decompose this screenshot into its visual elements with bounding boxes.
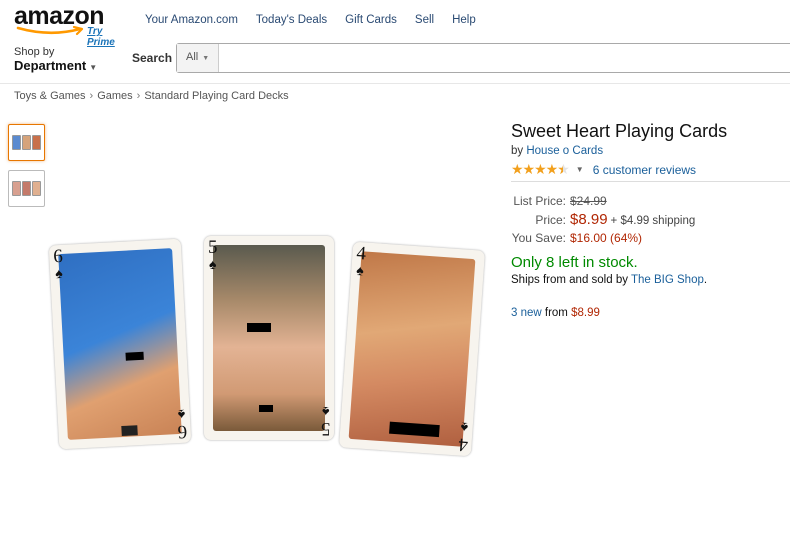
seller-link[interactable]: The BIG Shop <box>631 274 704 286</box>
try-prime-link[interactable]: Try Prime <box>87 26 124 48</box>
playing-card-four: 4 ♠ 4 ♠ <box>338 241 486 457</box>
thumbnail-2[interactable] <box>8 170 45 207</box>
mini-card-art <box>22 181 31 196</box>
shop-by-label: Shop by <box>14 46 55 58</box>
info-divider <box>511 181 790 182</box>
censor-bar <box>125 351 144 361</box>
smile-arrow-icon <box>16 26 84 36</box>
half-star-icon: ★★ <box>557 161 570 177</box>
spade-icon: ♠ <box>321 404 329 420</box>
caret-down-icon: ▼ <box>89 63 98 72</box>
price-row: Price: $8.99 + $4.99 shipping <box>511 211 695 231</box>
card-rank: 6 <box>176 420 188 443</box>
department-label: Department ▼ <box>14 58 98 73</box>
header-divider <box>0 83 790 84</box>
new-offers: 3 new from $8.99 <box>511 307 600 319</box>
list-price-label: List Price: <box>513 194 566 208</box>
search-label: Search <box>132 51 173 65</box>
price-value: $8.99 <box>570 210 608 228</box>
main-product-image[interactable]: 6 ♠ 6 ♠ 5 ♠ 5 ♠ 4 ♠ 4 ♠ <box>40 228 490 468</box>
breadcrumb-games[interactable]: Games <box>97 90 132 102</box>
price-block: List Price: $24.99 Price: $8.99 + $4.99 … <box>511 193 696 248</box>
card-rank: 5 <box>208 237 218 258</box>
price-label: Price: <box>535 212 566 227</box>
spade-icon: ♠ <box>176 406 186 424</box>
mini-card-art <box>12 181 21 196</box>
search-category-select[interactable]: All ▼ <box>177 44 219 72</box>
spade-icon: ♠ <box>459 419 469 437</box>
product-title: Sweet Heart Playing Cards <box>511 121 728 141</box>
censor-bar <box>247 323 271 332</box>
brand-link[interactable]: House o Cards <box>526 145 603 157</box>
header: amazon Try Prime Your Amazon.com Today's… <box>0 0 790 84</box>
star-rating-icon[interactable]: ★★★★★★ <box>511 161 570 178</box>
playing-card-six: 6 ♠ 6 ♠ <box>48 238 192 450</box>
search-bar: All ▼ <box>176 43 790 73</box>
card-rank: 5 <box>320 418 331 439</box>
card-art <box>58 248 182 440</box>
censor-bar <box>121 425 138 437</box>
breadcrumb-separator: › <box>89 90 94 102</box>
nav-todays-deals[interactable]: Today's Deals <box>256 14 327 26</box>
by-prefix: by <box>511 145 524 157</box>
thumbnail-1[interactable] <box>8 124 45 161</box>
byline: by House o Cards <box>511 145 603 157</box>
rating-row: ★★★★★★ ▼ 6 customer reviews <box>511 161 696 178</box>
ships-from-text: Ships from and sold by The BIG Shop. <box>511 274 707 286</box>
new-offers-link[interactable]: 3 new <box>511 307 542 319</box>
shipping-text: + $4.99 shipping <box>610 214 696 227</box>
breadcrumb: Toys & Games › Games › Standard Playing Card… <box>14 90 289 102</box>
breadcrumb-separator: › <box>136 90 141 102</box>
you-save-value: $16.00 (64%) <box>570 231 643 245</box>
spade-icon: ♠ <box>54 264 64 282</box>
you-save-row: You Save: $16.00 (64%) <box>511 230 695 248</box>
amazon-logo[interactable]: amazon Try Prime <box>14 4 124 49</box>
card-art <box>348 251 476 447</box>
nav-your-amazon[interactable]: Your Amazon.com <box>145 14 238 26</box>
mini-card-art <box>12 135 21 150</box>
shop-by-department-menu[interactable]: Shop by Department ▼ <box>14 46 97 73</box>
card-art <box>213 245 325 431</box>
stock-status: Only 8 left in stock. <box>511 254 638 271</box>
spade-icon: ♠ <box>355 261 365 279</box>
card-rank: 6 <box>52 245 64 268</box>
nav-gift-cards[interactable]: Gift Cards <box>345 14 397 26</box>
search-input[interactable] <box>220 44 790 72</box>
caret-down-icon[interactable]: ▼ <box>576 165 584 174</box>
censor-bar <box>389 421 440 438</box>
breadcrumb-toys-games[interactable]: Toys & Games <box>14 90 86 102</box>
top-nav: Your Amazon.com Today's Deals Gift Cards… <box>145 14 476 26</box>
mini-card-art <box>32 135 41 150</box>
card-rank: 4 <box>355 242 367 265</box>
from-word: from <box>544 307 568 319</box>
caret-down-icon: ▼ <box>202 55 210 62</box>
ships-suffix: . <box>703 274 708 286</box>
mini-card-art <box>22 135 31 150</box>
nav-sell[interactable]: Sell <box>415 14 434 26</box>
censor-bar <box>259 405 273 412</box>
playing-card-five: 5 ♠ 5 ♠ <box>204 236 334 440</box>
nav-help[interactable]: Help <box>452 14 476 26</box>
list-price-value: $24.99 <box>570 194 607 208</box>
breadcrumb-playing-card-decks[interactable]: Standard Playing Card Decks <box>144 90 288 102</box>
ships-prefix: Ships from and sold by <box>511 274 628 286</box>
new-offers-price: $8.99 <box>571 307 600 319</box>
you-save-label: You Save: <box>511 231 566 245</box>
mini-card-art <box>32 181 41 196</box>
spade-icon: ♠ <box>209 256 217 272</box>
card-rank: 4 <box>457 433 469 456</box>
customer-reviews-link[interactable]: 6 customer reviews <box>593 163 696 177</box>
list-price-row: List Price: $24.99 <box>511 193 695 211</box>
